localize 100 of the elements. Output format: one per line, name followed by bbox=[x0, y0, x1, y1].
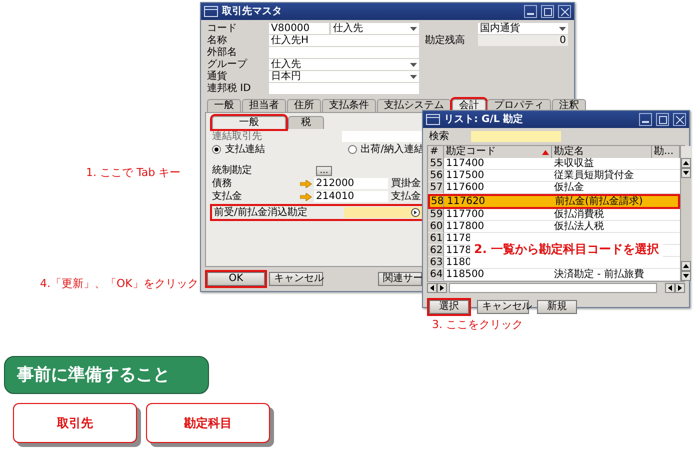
dropdown-value: 仕入先 bbox=[333, 23, 363, 34]
field-label: コード bbox=[207, 23, 238, 34]
dropdown-field[interactable]: 仕入先 bbox=[331, 23, 419, 34]
close-button[interactable] bbox=[558, 5, 571, 18]
input-field[interactable] bbox=[342, 131, 422, 142]
dropdown-value: 仕入先 bbox=[271, 59, 301, 70]
field-label: 前受/前払金消込勘定 bbox=[214, 207, 308, 218]
table-cell: 決済勘定 - 前払旅費 bbox=[552, 269, 652, 281]
input-field[interactable]: 仕入先H bbox=[269, 35, 419, 46]
tab[interactable]: 支払条件 bbox=[322, 99, 376, 112]
window-icon bbox=[426, 114, 440, 125]
input-field[interactable] bbox=[269, 83, 419, 94]
row-number[interactable]: 55 bbox=[428, 158, 444, 170]
row-number[interactable]: 63 bbox=[428, 257, 444, 269]
maximize-icon bbox=[544, 8, 552, 16]
scroll-right-button[interactable] bbox=[675, 283, 685, 293]
row-number[interactable]: 61 bbox=[428, 233, 444, 245]
minimize-icon bbox=[642, 121, 649, 123]
dropdown-value: 日本円 bbox=[271, 71, 301, 82]
table-cell-text: 前払金(前払金請求) bbox=[554, 195, 644, 208]
close-button[interactable] bbox=[673, 113, 686, 126]
row-number[interactable]: 64 bbox=[428, 269, 444, 281]
scroll-up-button[interactable] bbox=[681, 158, 691, 168]
maximize-button[interactable] bbox=[541, 5, 554, 18]
arrow-icon bbox=[300, 192, 312, 200]
arrow-icon bbox=[300, 180, 312, 188]
scroll-left-button[interactable] bbox=[427, 283, 437, 293]
field-label: 通貨 bbox=[207, 71, 228, 82]
dropdown-field[interactable]: 日本円 bbox=[269, 71, 419, 82]
balance-value: 0 bbox=[478, 35, 568, 46]
annotation-text: 1. ここで Tab キー bbox=[86, 166, 181, 179]
table-row[interactable]: 57 117600 仮払金 bbox=[428, 182, 680, 194]
table-row[interactable]: 59 117700 仮払消費税 bbox=[428, 209, 680, 221]
field-label: 外部名 bbox=[207, 47, 238, 58]
window-icon bbox=[204, 6, 218, 17]
section-heading: 事前に準備すること bbox=[4, 356, 209, 394]
row-number[interactable]: 60 bbox=[428, 221, 444, 233]
arrow-circle-icon bbox=[411, 208, 420, 217]
search-field[interactable] bbox=[471, 131, 561, 142]
input-field[interactable]: 212000 bbox=[314, 178, 388, 189]
callout-tooltip: 2. 一覧から勘定科目コードを選択 bbox=[470, 233, 664, 266]
input-field[interactable] bbox=[269, 47, 419, 58]
minimize-icon bbox=[527, 13, 534, 15]
field-label: 支払金 bbox=[212, 191, 243, 202]
table-row[interactable]: 60 117800 仮払法人税 bbox=[428, 221, 680, 233]
maximize-icon bbox=[658, 116, 666, 124]
table-cell: 118500 bbox=[444, 269, 552, 281]
row-number[interactable]: 62 bbox=[428, 245, 444, 257]
window-title: リスト: G/L 勘定 bbox=[444, 114, 524, 125]
minimize-button[interactable] bbox=[639, 113, 652, 126]
scroll-down-button[interactable] bbox=[681, 271, 691, 281]
field-label: 連結取引先 bbox=[212, 131, 263, 142]
dialog-button[interactable]: 関連サー bbox=[378, 272, 422, 286]
close-icon bbox=[676, 116, 684, 124]
scroll-up-button[interactable] bbox=[681, 261, 691, 271]
browse-button[interactable]: ... bbox=[316, 166, 332, 176]
sort-icon bbox=[542, 150, 549, 154]
dialog-button[interactable]: 新規 bbox=[537, 300, 577, 314]
radio-button[interactable] bbox=[348, 145, 357, 154]
scroll-down-button[interactable] bbox=[681, 168, 691, 178]
close-icon bbox=[560, 8, 568, 16]
input-field[interactable]: 214010 bbox=[314, 191, 388, 202]
maximize-button[interactable] bbox=[656, 113, 669, 126]
dialog-button[interactable]: OK bbox=[207, 272, 265, 286]
field-label: 支払金 bbox=[391, 191, 421, 202]
field-label: グループ bbox=[207, 59, 248, 70]
radio-button[interactable] bbox=[212, 145, 221, 154]
input-field[interactable]: V80000 bbox=[269, 23, 329, 34]
dialog-button[interactable]: 選択 bbox=[429, 300, 469, 314]
table-cell-text: 117620 bbox=[446, 195, 486, 209]
dropdown-field[interactable]: 国内通貨 bbox=[478, 23, 568, 34]
scroll-left-button[interactable] bbox=[665, 283, 675, 293]
table-row[interactable]: 58 117620 前払金(前払金請求) bbox=[428, 194, 680, 209]
row-number[interactable]: 57 bbox=[428, 182, 444, 194]
field-label: 連邦税 ID bbox=[207, 83, 252, 94]
annotation-text: 3. ここをクリック bbox=[432, 318, 523, 331]
tab[interactable]: 担当者 bbox=[242, 99, 286, 112]
tab[interactable]: 支払システム bbox=[377, 99, 451, 112]
dropdown-field[interactable]: 仕入先 bbox=[269, 59, 419, 70]
window-title: 取引先マスタ bbox=[222, 6, 283, 17]
tab[interactable]: 一般 bbox=[207, 99, 241, 112]
field-label: 債務 bbox=[212, 178, 233, 189]
scrollbar-track[interactable] bbox=[449, 283, 657, 293]
table-row[interactable]: 56 117500 従業員短期貸付金 bbox=[428, 170, 680, 182]
tab[interactable]: 住所 bbox=[287, 99, 321, 112]
row-number[interactable]: 59 bbox=[428, 209, 444, 221]
caret-icon bbox=[410, 26, 417, 30]
table-row[interactable]: 55 117400 未収収益 bbox=[428, 158, 680, 170]
dialog-button[interactable]: キャンセル bbox=[269, 272, 323, 286]
row-number[interactable]: 56 bbox=[428, 170, 444, 182]
caret-icon bbox=[410, 62, 417, 66]
tab[interactable]: 一般 bbox=[212, 116, 286, 129]
caret-icon bbox=[410, 74, 417, 78]
tab[interactable]: 税 bbox=[288, 116, 324, 129]
table-row[interactable]: 64 118500 決済勘定 - 前払旅費 bbox=[428, 269, 680, 281]
minimize-button[interactable] bbox=[524, 5, 537, 18]
field-label: 統制勘定 bbox=[212, 165, 253, 176]
input-field[interactable] bbox=[344, 207, 422, 218]
scroll-right-button[interactable] bbox=[437, 283, 447, 293]
field-label: 検索 bbox=[429, 131, 450, 142]
